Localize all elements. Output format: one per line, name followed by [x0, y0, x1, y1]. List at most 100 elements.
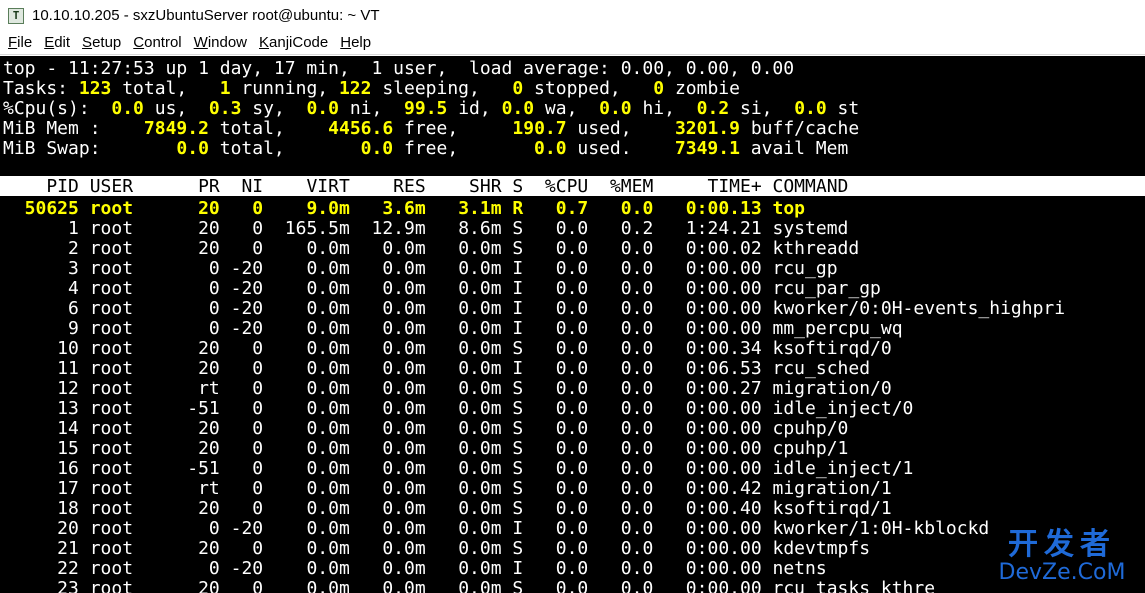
column-header[interactable]: VIRT	[263, 176, 349, 197]
cell-cmd: netns	[761, 558, 827, 579]
cell-s: R	[501, 198, 524, 219]
column-header[interactable]: USER	[79, 176, 177, 197]
cell-user: root	[78, 558, 177, 579]
cpu-ni: 0.0	[306, 98, 339, 119]
text-segment: free,	[393, 138, 535, 159]
menu-label-rest: elp	[351, 34, 372, 51]
cell-cmd: rcu_sched	[761, 358, 871, 379]
menu-control[interactable]: Control	[133, 34, 181, 51]
column-header[interactable]: %CPU	[523, 176, 588, 197]
cell-user: root	[78, 338, 177, 359]
cell-s: S	[501, 238, 524, 259]
cell-time: 0:00.00	[653, 278, 762, 299]
cell-shr: 0.0m	[425, 558, 502, 579]
cell-pr: 20	[176, 338, 220, 359]
menu-label-rest: dit	[54, 34, 71, 51]
cell-ni: -20	[219, 298, 264, 319]
cell-cmd: rcu_gp	[761, 258, 838, 279]
window-titlebar[interactable]: T 10.10.10.205 - sxzUbuntuServer root@ub…	[0, 0, 1145, 31]
cell-cpu: 0.0	[523, 238, 589, 259]
cell-pid: 17	[3, 478, 79, 499]
column-header[interactable]: S	[502, 176, 523, 197]
cell-s: I	[501, 258, 524, 279]
text-segment: st	[826, 98, 860, 119]
cell-pid: 11	[3, 358, 79, 379]
cell-shr: 0.0m	[425, 298, 502, 319]
menu-window[interactable]: Window	[194, 34, 247, 51]
cell-cpu: 0.0	[523, 418, 589, 439]
menu-setup[interactable]: Setup	[82, 34, 121, 51]
text-segment: sleeping,	[371, 78, 513, 99]
cell-user: root	[78, 258, 177, 279]
menu-file[interactable]: File	[8, 34, 32, 51]
cell-cmd: ksoftirqd/0	[761, 338, 892, 359]
cell-pr: rt	[176, 378, 220, 399]
cell-cpu: 0.0	[523, 218, 589, 239]
cell-res: 0.0m	[349, 398, 426, 419]
cell-virt: 0.0m	[263, 298, 350, 319]
cell-virt: 0.0m	[263, 538, 350, 559]
process-row-line: 18 root 20 0 0.0m 0.0m 0.0m S 0.0 0.0 0:…	[3, 498, 892, 519]
menu-edit[interactable]: Edit	[44, 34, 70, 51]
column-header[interactable]: %MEM	[588, 176, 653, 197]
cell-cpu: 0.0	[523, 578, 589, 593]
cell-s: I	[501, 318, 524, 339]
cell-shr: 0.0m	[425, 238, 502, 259]
cell-mem: 0.2	[588, 218, 654, 239]
cell-s: S	[501, 578, 524, 593]
cell-res: 0.0m	[349, 458, 426, 479]
process-row-line: 9 root 0 -20 0.0m 0.0m 0.0m I 0.0 0.0 0:…	[3, 318, 903, 339]
terminal-screen[interactable]: top - 11:27:53 up 1 day, 17 min, 1 user,…	[0, 56, 1145, 593]
column-header[interactable]: RES	[350, 176, 426, 197]
cell-user: root	[78, 378, 177, 399]
column-header[interactable]: PR	[176, 176, 220, 197]
cell-virt: 165.5m	[263, 218, 350, 239]
cell-pid: 21	[3, 538, 79, 559]
cell-virt: 0.0m	[263, 318, 350, 339]
mem-buff-cache: 3201.9	[674, 118, 740, 139]
cell-time: 0:00.27	[653, 378, 762, 399]
text-segment: avail Mem	[739, 138, 849, 159]
cell-pr: 20	[176, 498, 220, 519]
column-header[interactable]: SHR	[426, 176, 502, 197]
cell-shr: 0.0m	[425, 458, 502, 479]
process-row-line: 6 root 0 -20 0.0m 0.0m 0.0m I 0.0 0.0 0:…	[3, 298, 1065, 319]
cell-pid: 22	[3, 558, 79, 579]
cell-ni: 0	[219, 478, 264, 499]
cell-time: 0:00.34	[653, 338, 762, 359]
menu-kanjicode[interactable]: KanjiCode	[259, 34, 328, 51]
cell-res: 0.0m	[349, 418, 426, 439]
cell-pr: 0	[176, 278, 220, 299]
cell-cmd: migration/1	[761, 478, 892, 499]
text-segment: free,	[393, 118, 513, 139]
column-header[interactable]: TIME+	[653, 176, 761, 197]
column-header[interactable]: PID	[3, 176, 79, 197]
cell-cpu: 0.0	[523, 338, 589, 359]
cell-user: root	[78, 218, 177, 239]
cell-cpu: 0.0	[523, 298, 589, 319]
terminal-app-icon[interactable]: T	[8, 7, 24, 24]
cell-mem: 0.0	[588, 198, 654, 219]
cell-shr: 0.0m	[425, 258, 502, 279]
cell-cmd: kdevtmpfs	[761, 538, 871, 559]
cell-mem: 0.0	[588, 398, 654, 419]
cell-pr: 20	[176, 538, 220, 559]
cell-pr: 20	[176, 198, 220, 219]
process-row-line: 3 root 0 -20 0.0m 0.0m 0.0m I 0.0 0.0 0:…	[3, 258, 838, 279]
cell-pid: 15	[3, 438, 79, 459]
menu-hotkey: H	[340, 34, 352, 51]
text-segment: id,	[447, 98, 502, 119]
cell-virt: 0.0m	[263, 498, 350, 519]
cell-pr: 0	[176, 258, 220, 279]
column-header[interactable]: COMMAND	[762, 176, 849, 197]
menu-help[interactable]: Help	[340, 34, 371, 51]
cpu-hi: 0.0	[599, 98, 632, 119]
text-segment: us,	[143, 98, 209, 119]
text-segment: si,	[729, 98, 795, 119]
cell-time: 0:00.40	[653, 498, 762, 519]
cell-time: 0:00.00	[653, 298, 762, 319]
column-header[interactable]: NI	[220, 176, 263, 197]
cell-time: 0:00.02	[653, 238, 762, 259]
cell-user: root	[78, 518, 177, 539]
cell-shr: 0.0m	[425, 338, 502, 359]
